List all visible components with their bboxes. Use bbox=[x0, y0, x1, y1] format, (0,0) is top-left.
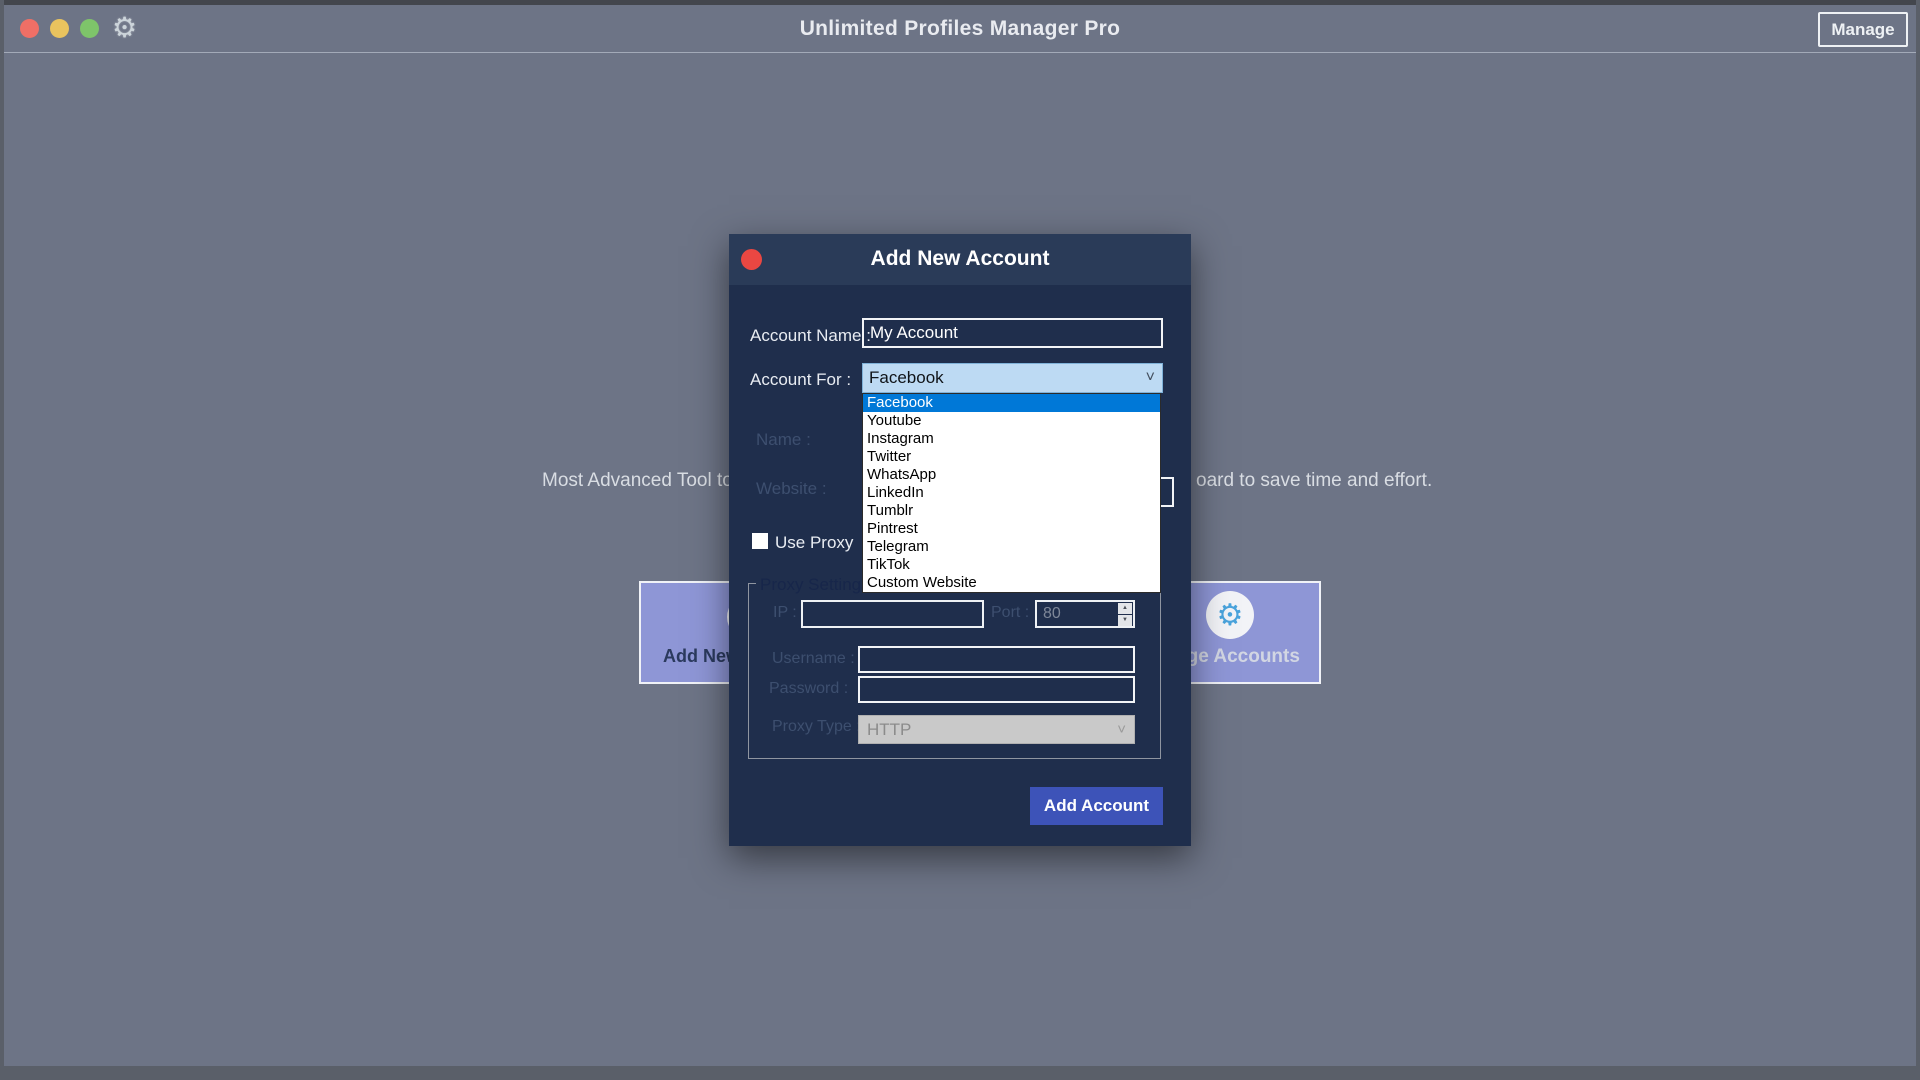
manage-button[interactable]: Manage bbox=[1818, 12, 1908, 47]
dropdown-option-youtube[interactable]: Youtube bbox=[863, 412, 1160, 430]
password-label: Password : bbox=[769, 680, 849, 697]
dropdown-option-pintrest[interactable]: Pintrest bbox=[863, 520, 1160, 538]
dialog-header: Add New Account bbox=[729, 234, 1191, 285]
titlebar: ⚙ Unlimited Profiles Manager Pro Manage bbox=[4, 5, 1916, 53]
dropdown-option-linkedin[interactable]: LinkedIn bbox=[863, 484, 1160, 502]
dialog-title: Add New Account bbox=[870, 247, 1050, 270]
port-spinner[interactable]: 80 ▲ ▼ bbox=[1035, 600, 1135, 628]
username-label: Username : bbox=[772, 650, 855, 667]
account-for-dropdown-list[interactable]: Facebook Youtube Instagram Twitter WhatsApp L… bbox=[862, 393, 1161, 593]
account-for-selected-value: Facebook bbox=[869, 368, 944, 387]
dropdown-option-instagram[interactable]: Instagram bbox=[863, 430, 1160, 448]
ip-label: IP : bbox=[773, 604, 797, 621]
dropdown-option-tumblr[interactable]: Tumblr bbox=[863, 502, 1160, 520]
add-new-account-dialog: Add New Account Account Name : Account F… bbox=[729, 234, 1191, 846]
account-for-label: Account For : bbox=[750, 370, 852, 389]
ip-input[interactable] bbox=[801, 600, 984, 628]
dropdown-option-telegram[interactable]: Telegram bbox=[863, 538, 1160, 556]
account-name-input[interactable] bbox=[862, 318, 1163, 348]
app-title: Unlimited Profiles Manager Pro bbox=[799, 17, 1121, 40]
use-proxy-label: Use Proxy bbox=[775, 533, 854, 552]
proxy-type-label: Proxy Type : bbox=[772, 718, 861, 735]
port-value: 80 bbox=[1043, 605, 1061, 622]
dropdown-option-tiktok[interactable]: TikTok bbox=[863, 556, 1160, 574]
name-label: Name : bbox=[756, 430, 811, 449]
tagline-right-fragment: oard to save time and effort. bbox=[1196, 470, 1433, 491]
chevron-down-icon: ˅ bbox=[1117, 721, 1126, 738]
dropdown-option-custom-website[interactable]: Custom Website bbox=[863, 574, 1160, 592]
add-account-button[interactable]: Add Account bbox=[1030, 787, 1163, 825]
gear-icon: ⚙ bbox=[1206, 591, 1254, 639]
window-frame-left bbox=[0, 0, 4, 1080]
port-label: Port : bbox=[991, 604, 1030, 621]
spinner-up-icon[interactable]: ▲ bbox=[1118, 603, 1132, 614]
spinner-down-icon[interactable]: ▼ bbox=[1118, 615, 1132, 626]
proxy-type-select[interactable]: HTTP ˅ bbox=[858, 715, 1135, 744]
proxy-username-input[interactable] bbox=[858, 646, 1135, 673]
use-proxy-checkbox[interactable] bbox=[752, 533, 768, 549]
dropdown-option-whatsapp[interactable]: WhatsApp bbox=[863, 466, 1160, 484]
account-name-label: Account Name : bbox=[750, 326, 871, 345]
proxy-password-input[interactable] bbox=[858, 676, 1135, 703]
account-for-select[interactable]: Facebook ˅ bbox=[862, 363, 1163, 393]
window-frame-bottom bbox=[0, 1066, 1920, 1080]
proxy-settings-group-label: Proxy Settings bbox=[756, 575, 874, 595]
proxy-type-selected-value: HTTP bbox=[867, 720, 912, 739]
window-frame-right bbox=[1916, 0, 1920, 1080]
chevron-down-icon: ˅ bbox=[1145, 369, 1155, 386]
website-label: Website : bbox=[756, 479, 827, 498]
dropdown-option-twitter[interactable]: Twitter bbox=[863, 448, 1160, 466]
dropdown-option-facebook[interactable]: Facebook bbox=[863, 394, 1160, 412]
